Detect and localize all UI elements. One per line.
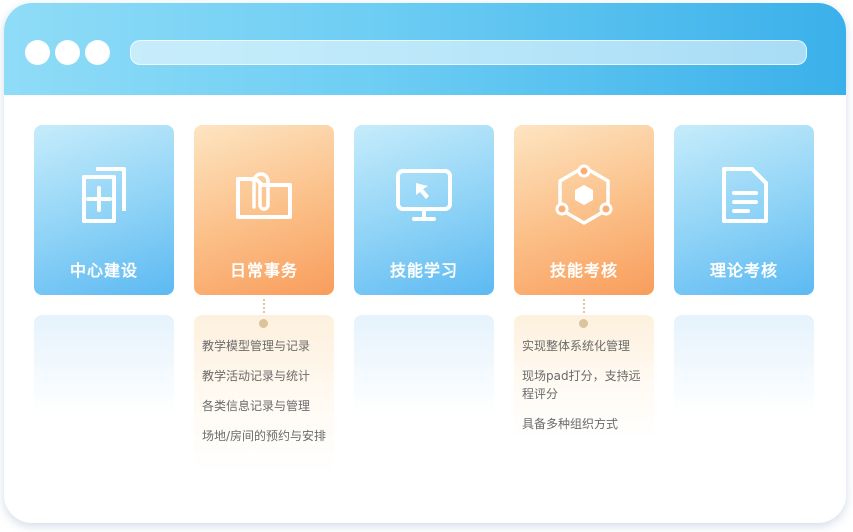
connector-dot bbox=[259, 319, 268, 328]
feature-item: 现场pad打分，支持远程评分 bbox=[522, 369, 641, 401]
card-skill-assessment[interactable]: 技能考核 bbox=[514, 125, 654, 295]
window-control-dot[interactable] bbox=[55, 40, 80, 65]
title-bar bbox=[4, 3, 846, 95]
document-add-icon bbox=[82, 167, 126, 223]
empty-panel bbox=[34, 315, 174, 415]
empty-panel bbox=[354, 315, 494, 415]
window-control-dot[interactable] bbox=[25, 40, 50, 65]
feature-item: 教学模型管理与记录 bbox=[202, 339, 311, 353]
browser-window: 中心建设 日常事务 技能学习 技能考核 理论考核 教学模型管理与记录 教学活动记… bbox=[4, 3, 846, 523]
network-hexagon-icon bbox=[555, 164, 613, 225]
feature-item: 场地/房间的预约与安排 bbox=[202, 429, 327, 443]
card-skill-learning[interactable]: 技能学习 bbox=[354, 125, 494, 295]
empty-panel bbox=[674, 315, 814, 415]
feature-item: 实现整体系统化管理 bbox=[522, 339, 631, 353]
feature-item: 具备多种组织方式 bbox=[522, 417, 619, 431]
card-label: 理论考核 bbox=[709, 261, 778, 280]
card-center-construction[interactable]: 中心建设 bbox=[34, 125, 174, 295]
folder-clip-icon bbox=[236, 172, 292, 219]
window-control-dot[interactable] bbox=[85, 40, 110, 65]
feature-item: 教学活动记录与统计 bbox=[202, 369, 311, 383]
card-label: 中心建设 bbox=[69, 261, 138, 280]
card-label: 技能考核 bbox=[549, 261, 618, 280]
card-label: 日常事务 bbox=[229, 261, 298, 280]
monitor-cursor-icon bbox=[396, 169, 452, 221]
document-text-icon bbox=[722, 167, 768, 223]
card-label: 技能学习 bbox=[389, 261, 458, 280]
card-daily-affairs[interactable]: 日常事务 bbox=[194, 125, 334, 295]
address-bar[interactable] bbox=[130, 40, 807, 65]
feature-item: 各类信息记录与管理 bbox=[202, 399, 311, 413]
card-theory-assessment[interactable]: 理论考核 bbox=[674, 125, 814, 295]
connector-dot bbox=[579, 319, 588, 328]
